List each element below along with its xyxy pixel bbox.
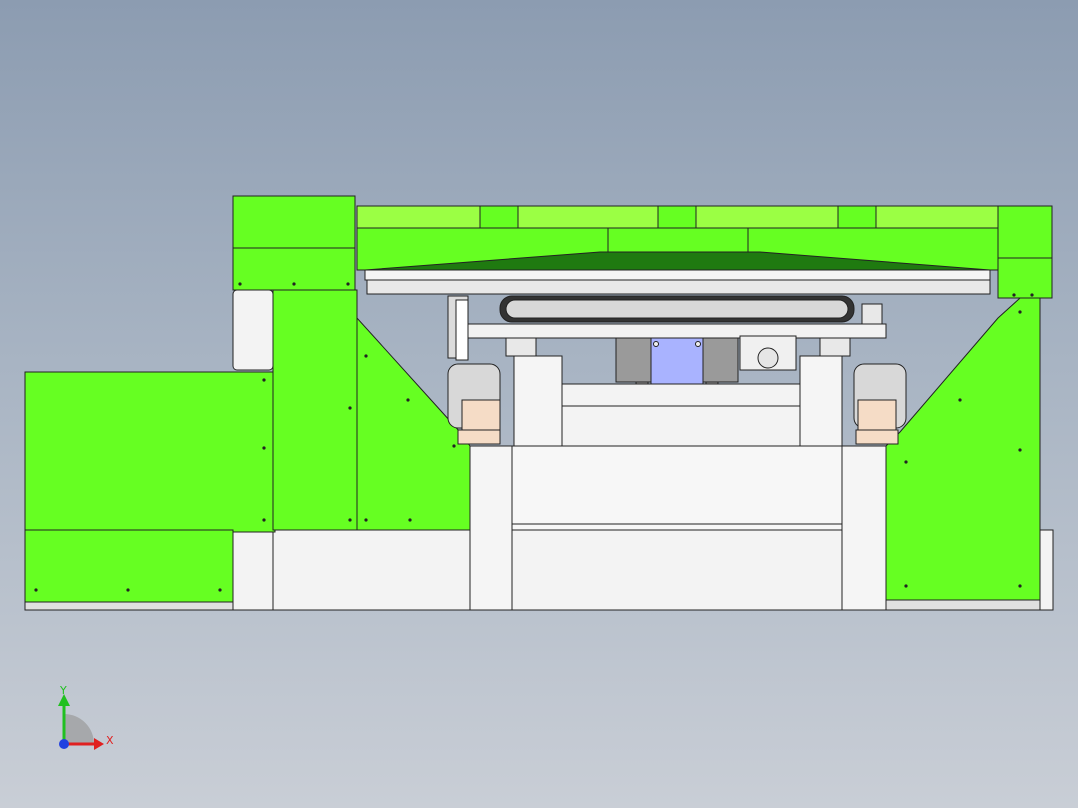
carriage-left-post <box>513 355 563 447</box>
left-lower-housing <box>24 371 276 533</box>
right-foot <box>855 429 899 445</box>
cad-model-front-view[interactable] <box>0 0 1078 808</box>
triad-arc <box>64 714 94 744</box>
center-column-right <box>841 445 887 611</box>
turntable-plate <box>467 323 887 339</box>
x-axis-arrow-icon <box>94 738 104 750</box>
left-column-housing <box>232 195 356 291</box>
left-bearing-block <box>505 337 537 357</box>
y-axis-label: Y <box>59 684 67 697</box>
cad-viewport[interactable]: Y X <box>0 0 1078 808</box>
right-bearing-block <box>819 337 851 357</box>
top-lug-3 <box>837 205 877 229</box>
right-sloped-plate <box>885 278 1041 601</box>
center-beam <box>511 445 843 531</box>
right-roller-pad <box>857 399 897 431</box>
right-column-cap <box>997 205 1053 267</box>
top-lug-1 <box>479 205 519 229</box>
left-white-block <box>232 289 274 371</box>
top-rail <box>364 269 991 281</box>
left-roller-pad <box>461 399 501 431</box>
top-lug-2 <box>657 205 697 229</box>
axis-triad: Y X <box>58 684 114 750</box>
left-foot <box>457 429 501 445</box>
sensor-lens <box>757 347 779 369</box>
x-axis-label: X <box>106 734 114 747</box>
base-block-left <box>232 529 274 611</box>
left-base-plate <box>24 529 234 605</box>
z-axis-dot-icon <box>59 739 69 749</box>
carriage-right-post <box>799 355 843 447</box>
carriage <box>561 383 801 447</box>
left-inner-housing <box>272 289 358 531</box>
center-column-left <box>469 445 513 611</box>
